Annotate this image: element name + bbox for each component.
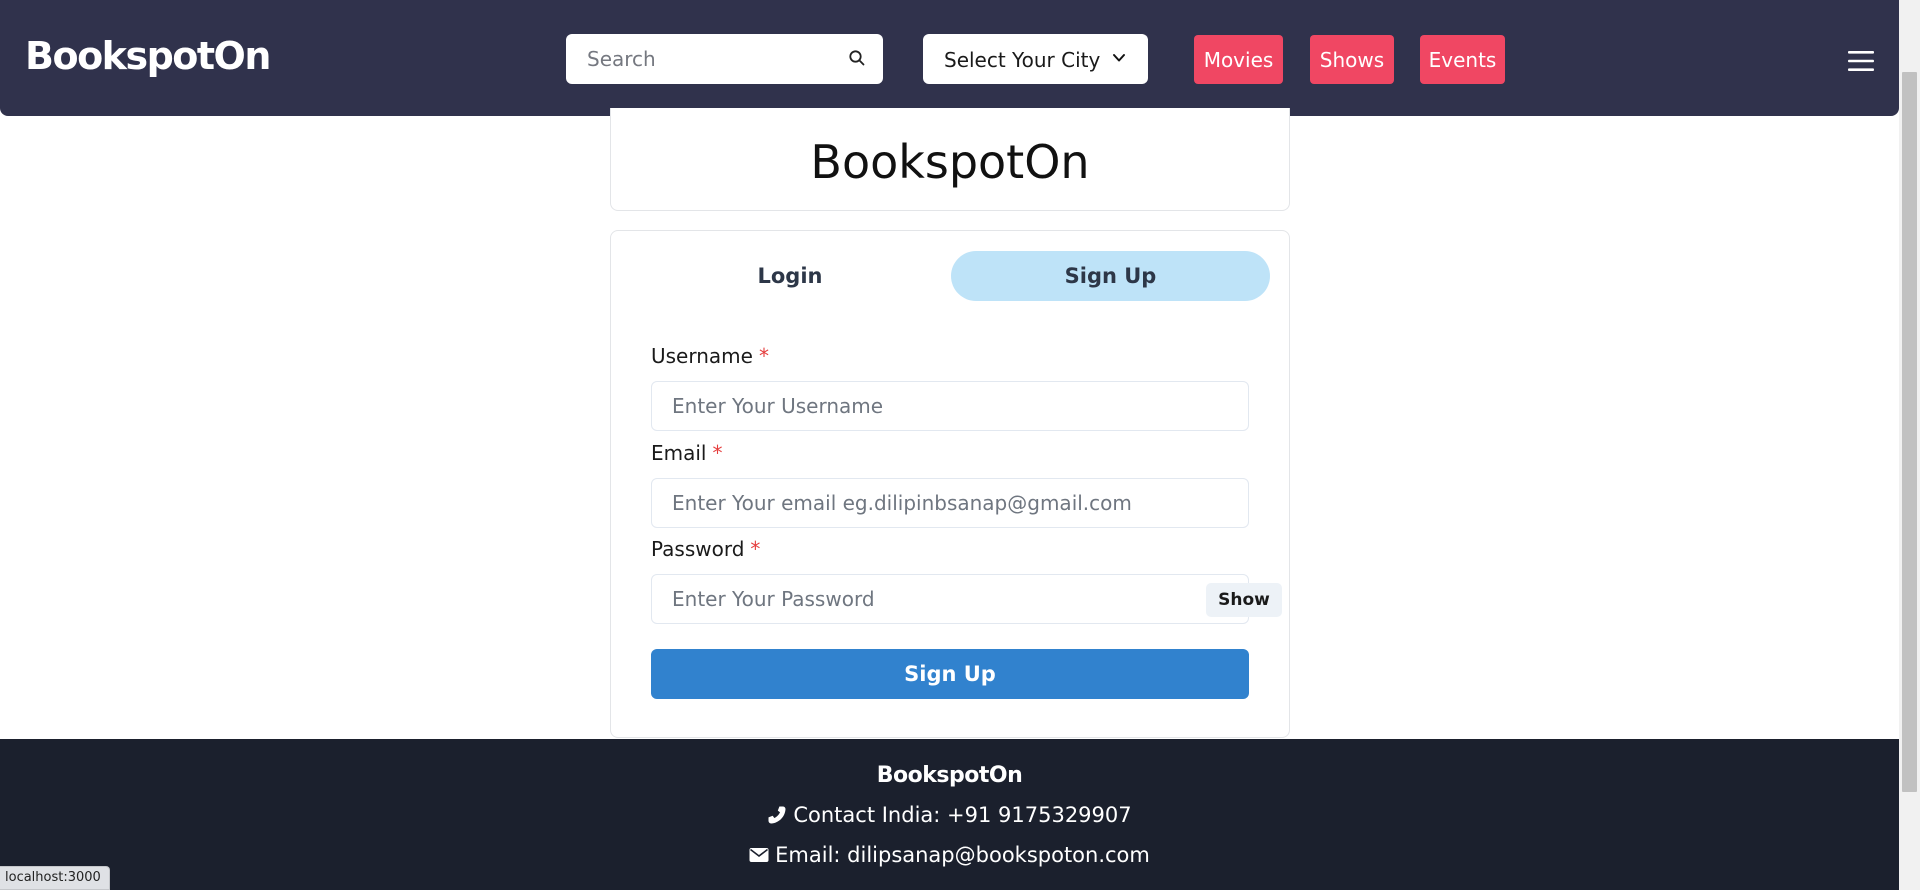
auth-card: Login Sign Up Username* Email* Password*…: [610, 230, 1290, 738]
footer-contact-text: Contact India: +91 9175329907: [793, 803, 1132, 827]
page-title: BookspotOn: [810, 135, 1090, 189]
phone-icon: [768, 806, 786, 824]
footer-contact: Contact India: +91 9175329907: [0, 803, 1899, 827]
username-label-text: Username: [651, 344, 753, 368]
username-label: Username *: [651, 344, 769, 368]
status-bar-url: localhost:3000: [0, 866, 110, 890]
username-field[interactable]: [651, 381, 1249, 431]
email-input[interactable]: [652, 479, 1248, 527]
email-label: Email *: [651, 441, 723, 465]
envelope-icon: [749, 848, 769, 862]
footer-email: Email: dilipsanap@bookspoton.com: [0, 843, 1899, 867]
password-field[interactable]: Show: [651, 574, 1282, 624]
search-box[interactable]: [566, 34, 883, 84]
footer-email-text: Email: dilipsanap@bookspoton.com: [775, 843, 1150, 867]
title-card: BookspotOn: [610, 108, 1290, 211]
nav-movies-button[interactable]: Movies: [1194, 35, 1283, 84]
tab-login[interactable]: Login: [631, 251, 949, 301]
nav-shows-button[interactable]: Shows: [1310, 35, 1394, 84]
password-input[interactable]: [652, 575, 1192, 623]
required-mark: *: [758, 344, 769, 368]
navbar: BookspotOn Select Your City Movies Shows…: [0, 0, 1899, 116]
footer-brand: BookspotOn: [876, 763, 1023, 788]
email-label-text: Email: [651, 441, 707, 465]
scrollbar-thumb[interactable]: [1902, 72, 1917, 792]
hamburger-menu-icon[interactable]: [1848, 50, 1874, 72]
tab-signup[interactable]: Sign Up: [951, 251, 1270, 301]
nav-events-button[interactable]: Events: [1420, 35, 1505, 84]
search-icon[interactable]: [848, 49, 866, 67]
required-mark: *: [750, 537, 761, 561]
city-select[interactable]: Select Your City: [923, 34, 1148, 84]
footer: BookspotOn Contact India: +91 9175329907…: [0, 739, 1899, 890]
city-select-value: Select Your City: [944, 48, 1101, 72]
required-mark: *: [712, 441, 723, 465]
username-input[interactable]: [652, 382, 1248, 430]
brand-logo[interactable]: BookspotOn: [25, 34, 271, 78]
signup-submit-button[interactable]: Sign Up: [651, 649, 1249, 699]
search-input[interactable]: [566, 34, 836, 84]
chevron-down-icon: [1113, 54, 1125, 62]
password-label: Password *: [651, 537, 760, 561]
password-label-text: Password: [651, 537, 745, 561]
email-field[interactable]: [651, 478, 1249, 528]
show-password-button[interactable]: Show: [1206, 583, 1282, 617]
